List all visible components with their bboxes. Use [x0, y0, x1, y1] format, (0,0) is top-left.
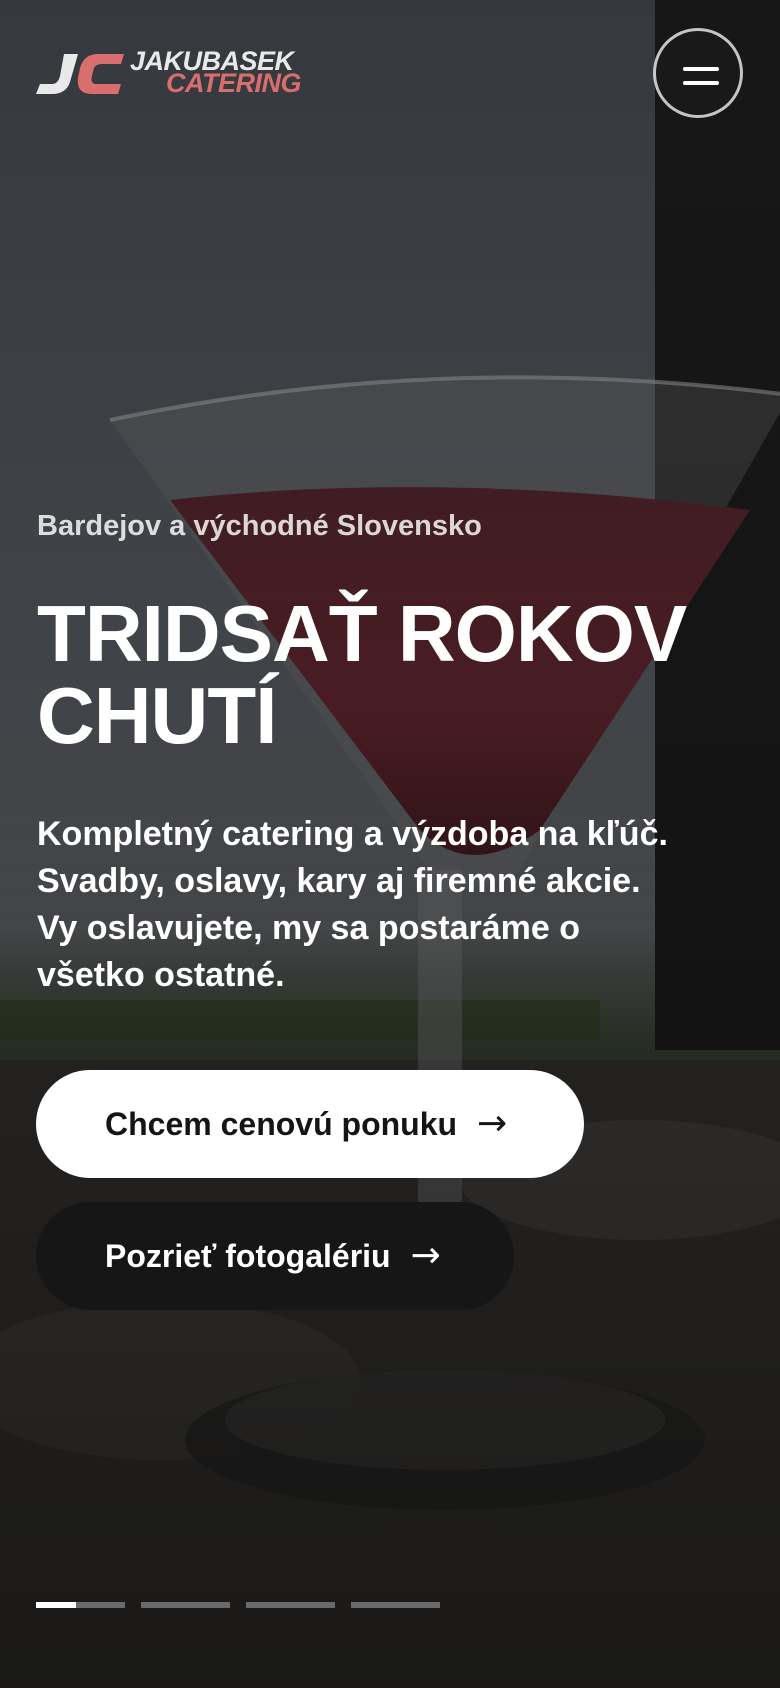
- hero-headline-line: CHUTÍ: [37, 671, 277, 760]
- slider-dot[interactable]: [246, 1602, 335, 1608]
- menu-button[interactable]: [653, 28, 743, 118]
- slider-dot[interactable]: [36, 1602, 125, 1608]
- view-gallery-label: Pozrieť fotogalériu: [105, 1237, 391, 1274]
- brand-logo[interactable]: JAKUBASEK CATERING: [34, 48, 344, 100]
- hero-lead: Kompletný catering a výzdoba na kľúč. Sv…: [37, 811, 737, 999]
- logo-monogram-icon: [36, 54, 124, 94]
- arrow-right-icon: →: [477, 1103, 508, 1144]
- hero-lead-line: všetko ostatné.: [37, 956, 285, 994]
- slider-pagination: [36, 1602, 440, 1608]
- hero-location: Bardejov a východné Slovensko: [37, 510, 482, 542]
- slider-dot[interactable]: [141, 1602, 230, 1608]
- hamburger-menu-icon-bar-top: [683, 67, 719, 71]
- arrow-right-icon: →: [410, 1235, 441, 1276]
- hero-lead-line: Svadby, oslavy, kary aj firemné akcie.: [37, 862, 641, 900]
- site-header: JAKUBASEK CATERING: [0, 0, 780, 150]
- hamburger-menu-icon-bar-bottom: [683, 81, 719, 85]
- logo-wordmark: JAKUBASEK CATERING: [130, 48, 302, 97]
- slider-dot[interactable]: [351, 1602, 440, 1608]
- hero-headline: TRIDSAŤ ROKOV CHUTÍ: [37, 593, 747, 757]
- hero-lead-line: Kompletný catering a výzdoba na kľúč.: [37, 815, 668, 853]
- request-quote-label: Chcem cenovú ponuku: [105, 1105, 458, 1142]
- hero-headline-line: TRIDSAŤ ROKOV: [37, 589, 687, 678]
- request-quote-button[interactable]: Chcem cenovú ponuku →: [36, 1070, 584, 1178]
- hero-content: Bardejov a východné Slovensko TRIDSAŤ RO…: [37, 505, 747, 999]
- slider-progress-fill: [36, 1602, 77, 1608]
- view-gallery-button[interactable]: Pozrieť fotogalériu →: [36, 1202, 514, 1310]
- hero-lead-line: Vy oslavujete, my sa postaráme o: [37, 909, 580, 947]
- hero-section: JAKUBASEK CATERING Bardejov a východné S…: [0, 0, 780, 1688]
